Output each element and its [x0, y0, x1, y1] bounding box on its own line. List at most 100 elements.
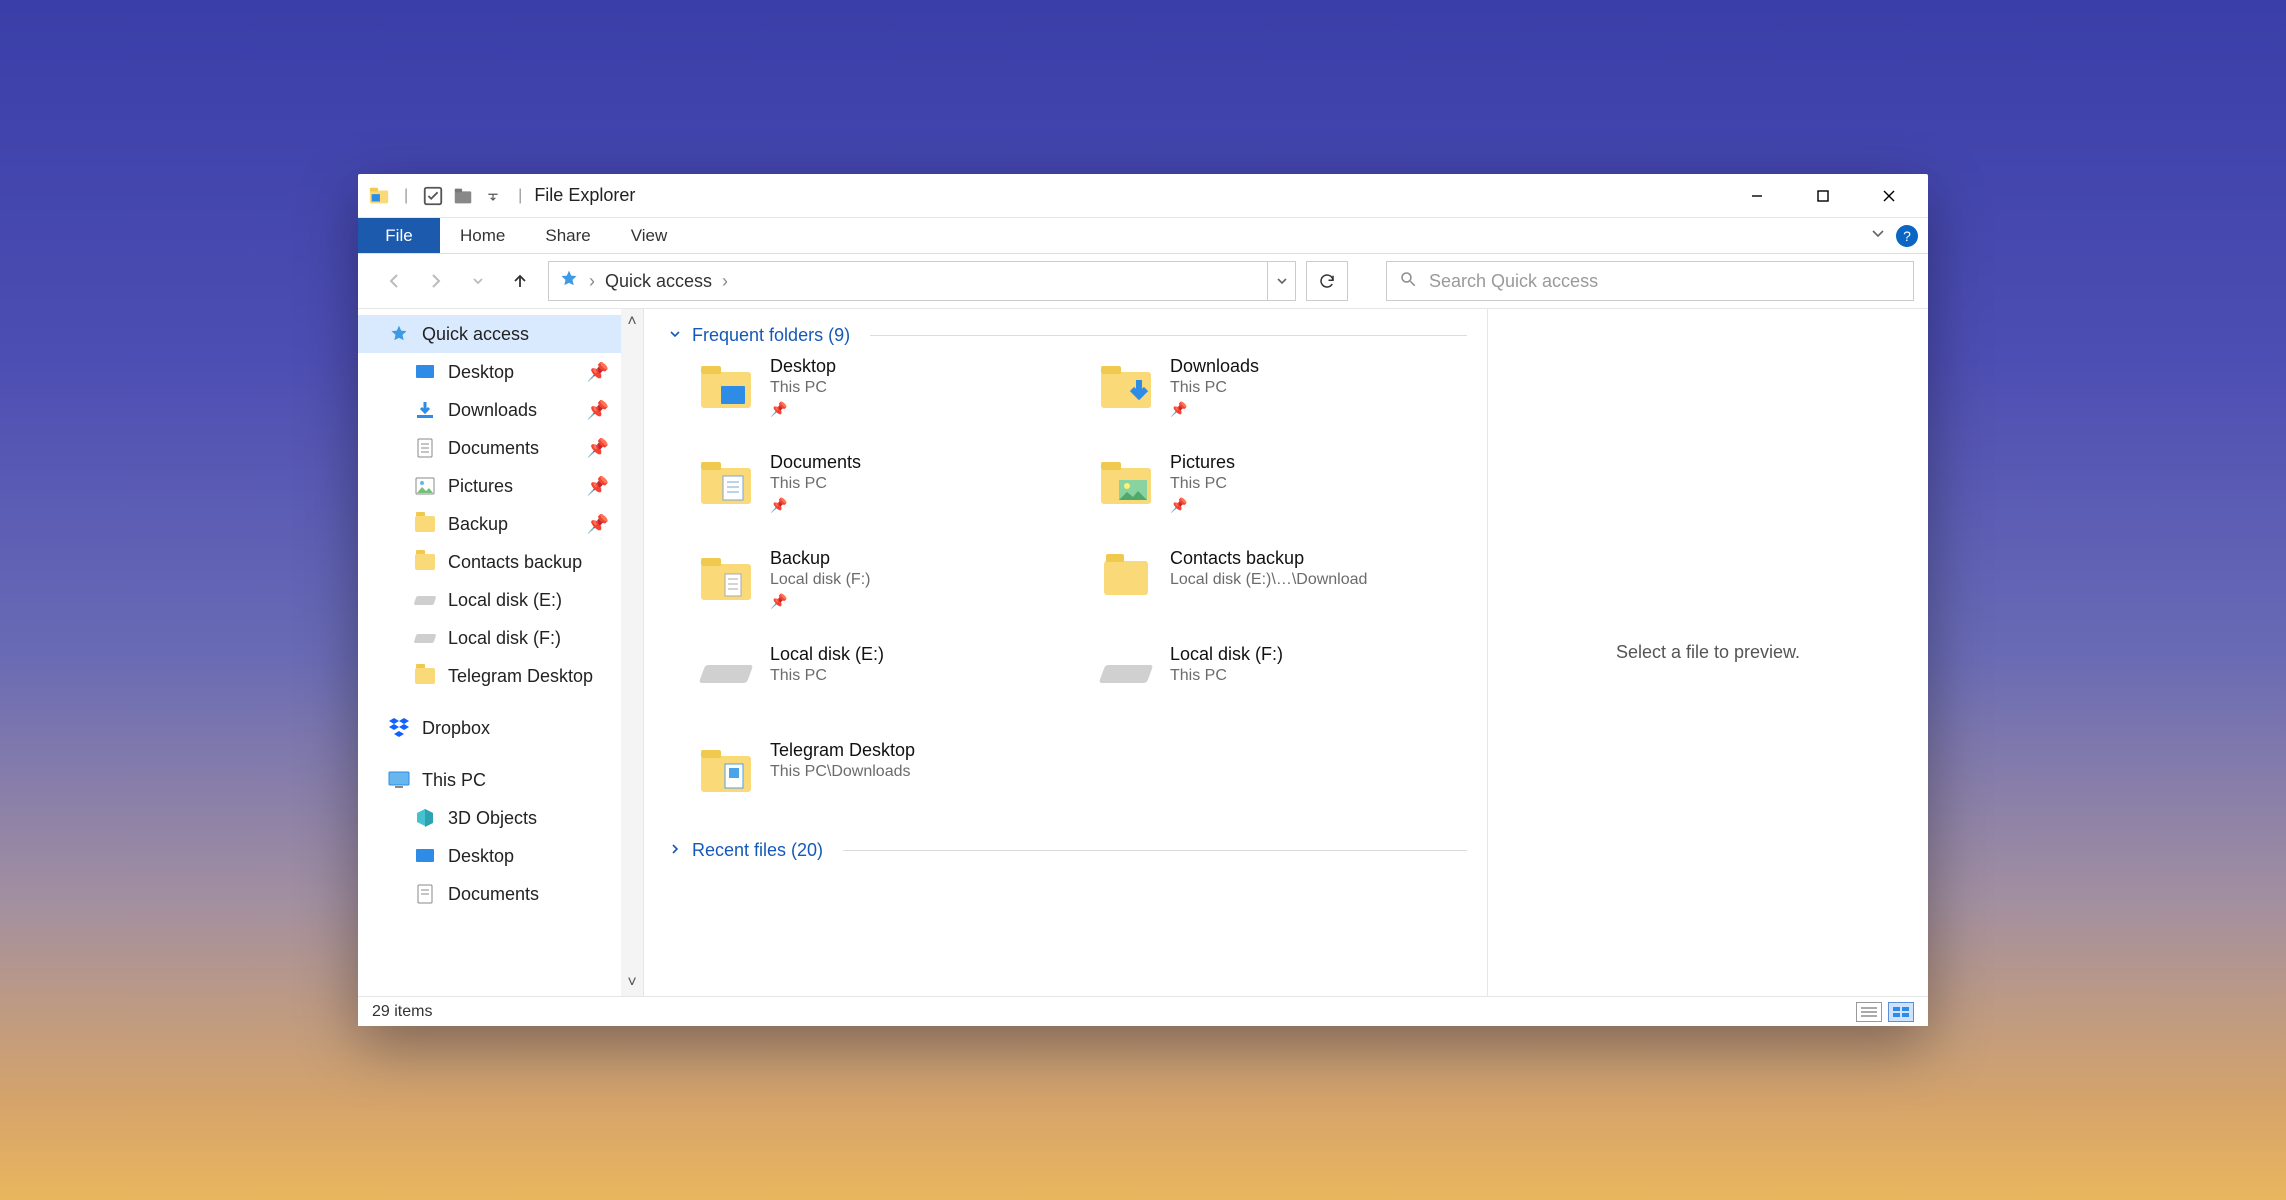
breadcrumb-separator: › — [589, 271, 595, 292]
tree-desktop-pc[interactable]: Desktop — [358, 837, 643, 875]
new-folder-icon[interactable] — [452, 185, 474, 207]
folder-icon — [698, 742, 754, 798]
pin-icon: 📌 — [587, 400, 609, 421]
tree-label: Documents — [448, 884, 539, 905]
tab-home[interactable]: Home — [440, 218, 525, 253]
dropbox-icon — [388, 717, 410, 739]
tree-local-disk-e[interactable]: Local disk (E:) — [358, 581, 643, 619]
tree-label: Documents — [448, 438, 539, 459]
document-icon — [414, 437, 436, 459]
qat-customize-icon[interactable] — [482, 185, 504, 207]
tab-file[interactable]: File — [358, 218, 440, 253]
window-controls — [1724, 174, 1922, 218]
tile-name: Telegram Desktop — [770, 740, 915, 761]
tree-desktop[interactable]: Desktop 📌 — [358, 353, 643, 391]
tile-contacts-backup[interactable]: Contacts backupLocal disk (E:)\…\Downloa… — [1098, 548, 1468, 626]
tree-backup[interactable]: Backup 📌 — [358, 505, 643, 543]
3d-objects-icon — [414, 807, 436, 829]
details-view-toggle[interactable] — [1856, 1002, 1882, 1022]
tree-label: 3D Objects — [448, 808, 537, 829]
tree-pictures[interactable]: Pictures 📌 — [358, 467, 643, 505]
documents-folder-icon — [698, 454, 754, 510]
back-button[interactable] — [380, 267, 408, 295]
section-recent-files[interactable]: Recent files (20) — [668, 840, 1467, 861]
tile-location: This PC — [770, 475, 861, 493]
ribbon-tabs: File Home Share View ? — [358, 218, 1928, 254]
content-area: Frequent folders (9) Desktop This PC 📌 Dow… — [644, 309, 1928, 996]
tree-downloads[interactable]: Downloads 📌 — [358, 391, 643, 429]
star-icon — [388, 323, 410, 345]
section-rule — [870, 335, 1467, 336]
pin-icon: 📌 — [1170, 497, 1235, 514]
tree-telegram-desktop[interactable]: Telegram Desktop — [358, 657, 643, 695]
tree-label: Backup — [448, 514, 508, 535]
tile-name: Desktop — [770, 356, 836, 377]
ribbon-collapse-icon[interactable] — [1870, 225, 1886, 246]
drive-icon — [414, 627, 436, 649]
tile-downloads[interactable]: DownloadsThis PC📌 — [1098, 356, 1468, 434]
explorer-body: Quick access Desktop 📌 Downloads 📌 Docum… — [358, 308, 1928, 996]
tree-contacts-backup[interactable]: Contacts backup — [358, 543, 643, 581]
search-box[interactable] — [1386, 261, 1914, 301]
tile-telegram-desktop[interactable]: Telegram DesktopThis PC\Downloads — [698, 740, 1068, 818]
up-button[interactable] — [506, 267, 534, 295]
tile-backup[interactable]: BackupLocal disk (F:)📌 — [698, 548, 1068, 626]
tree-label: Desktop — [448, 846, 514, 867]
tree-documents-pc[interactable]: Documents — [358, 875, 643, 913]
tree-label: Pictures — [448, 476, 513, 497]
properties-icon[interactable] — [422, 185, 444, 207]
close-button[interactable] — [1856, 174, 1922, 218]
address-bar[interactable]: › Quick access › — [548, 261, 1268, 301]
tile-name: Documents — [770, 452, 861, 473]
maximize-button[interactable] — [1790, 174, 1856, 218]
file-explorer-window: | | File Explorer File Home Share View ? — [358, 174, 1928, 1026]
navigation-bar: › Quick access › — [358, 254, 1928, 308]
tile-name: Pictures — [1170, 452, 1235, 473]
tree-local-disk-f[interactable]: Local disk (F:) — [358, 619, 643, 657]
section-frequent-folders[interactable]: Frequent folders (9) — [668, 325, 1467, 346]
items-pane: Frequent folders (9) Desktop This PC 📌 Dow… — [644, 309, 1488, 996]
folder-icon — [414, 513, 436, 535]
search-input[interactable] — [1429, 271, 1901, 292]
downloads-folder-icon — [1098, 358, 1154, 414]
refresh-button[interactable] — [1306, 261, 1348, 301]
tree-dropbox[interactable]: Dropbox — [358, 709, 643, 747]
tile-name: Local disk (F:) — [1170, 644, 1283, 665]
tile-location: This PC — [770, 379, 836, 397]
pin-icon: 📌 — [587, 362, 609, 383]
tab-view[interactable]: View — [611, 218, 688, 253]
forward-button[interactable] — [422, 267, 450, 295]
tile-local-disk-e[interactable]: Local disk (E:)This PC — [698, 644, 1068, 722]
tile-location: Local disk (E:)\…\Download — [1170, 571, 1367, 589]
address-history-dropdown[interactable] — [1268, 261, 1296, 301]
tree-scrollbar[interactable]: ˄ ˅ — [621, 309, 643, 996]
explorer-app-icon — [368, 185, 390, 207]
breadcrumb-root[interactable]: Quick access — [605, 271, 712, 292]
tile-pictures[interactable]: Pictures This PC 📌 — [1098, 452, 1468, 530]
tree-label: Dropbox — [422, 718, 490, 739]
tree-3d-objects[interactable]: 3D Objects — [358, 799, 643, 837]
tile-location: Local disk (F:) — [770, 571, 870, 589]
help-button[interactable]: ? — [1896, 225, 1918, 247]
tile-desktop[interactable]: DesktopThis PC📌 — [698, 356, 1068, 434]
tree-quick-access[interactable]: Quick access — [358, 315, 643, 353]
recent-locations-dropdown[interactable] — [464, 267, 492, 295]
tree-label: Telegram Desktop — [448, 666, 593, 687]
tile-documents[interactable]: DocumentsThis PC📌 — [698, 452, 1068, 530]
tree-this-pc[interactable]: This PC — [358, 761, 643, 799]
section-label: Recent files (20) — [692, 840, 823, 861]
tile-location: This PC — [1170, 475, 1235, 493]
pin-icon: 📌 — [587, 438, 609, 459]
tile-name: Backup — [770, 548, 870, 569]
tree-documents[interactable]: Documents 📌 — [358, 429, 643, 467]
window-title: File Explorer — [534, 185, 635, 206]
breadcrumb-separator-2[interactable]: › — [722, 271, 728, 292]
tab-share[interactable]: Share — [525, 218, 610, 253]
icons-view-toggle[interactable] — [1888, 1002, 1914, 1022]
tile-local-disk-f[interactable]: Local disk (F:)This PC — [1098, 644, 1468, 722]
pictures-folder-icon — [1098, 454, 1154, 510]
scroll-up-icon[interactable]: ˄ — [627, 313, 636, 331]
scroll-down-icon[interactable]: ˅ — [627, 974, 636, 992]
minimize-button[interactable] — [1724, 174, 1790, 218]
tile-location: This PC — [770, 667, 884, 685]
